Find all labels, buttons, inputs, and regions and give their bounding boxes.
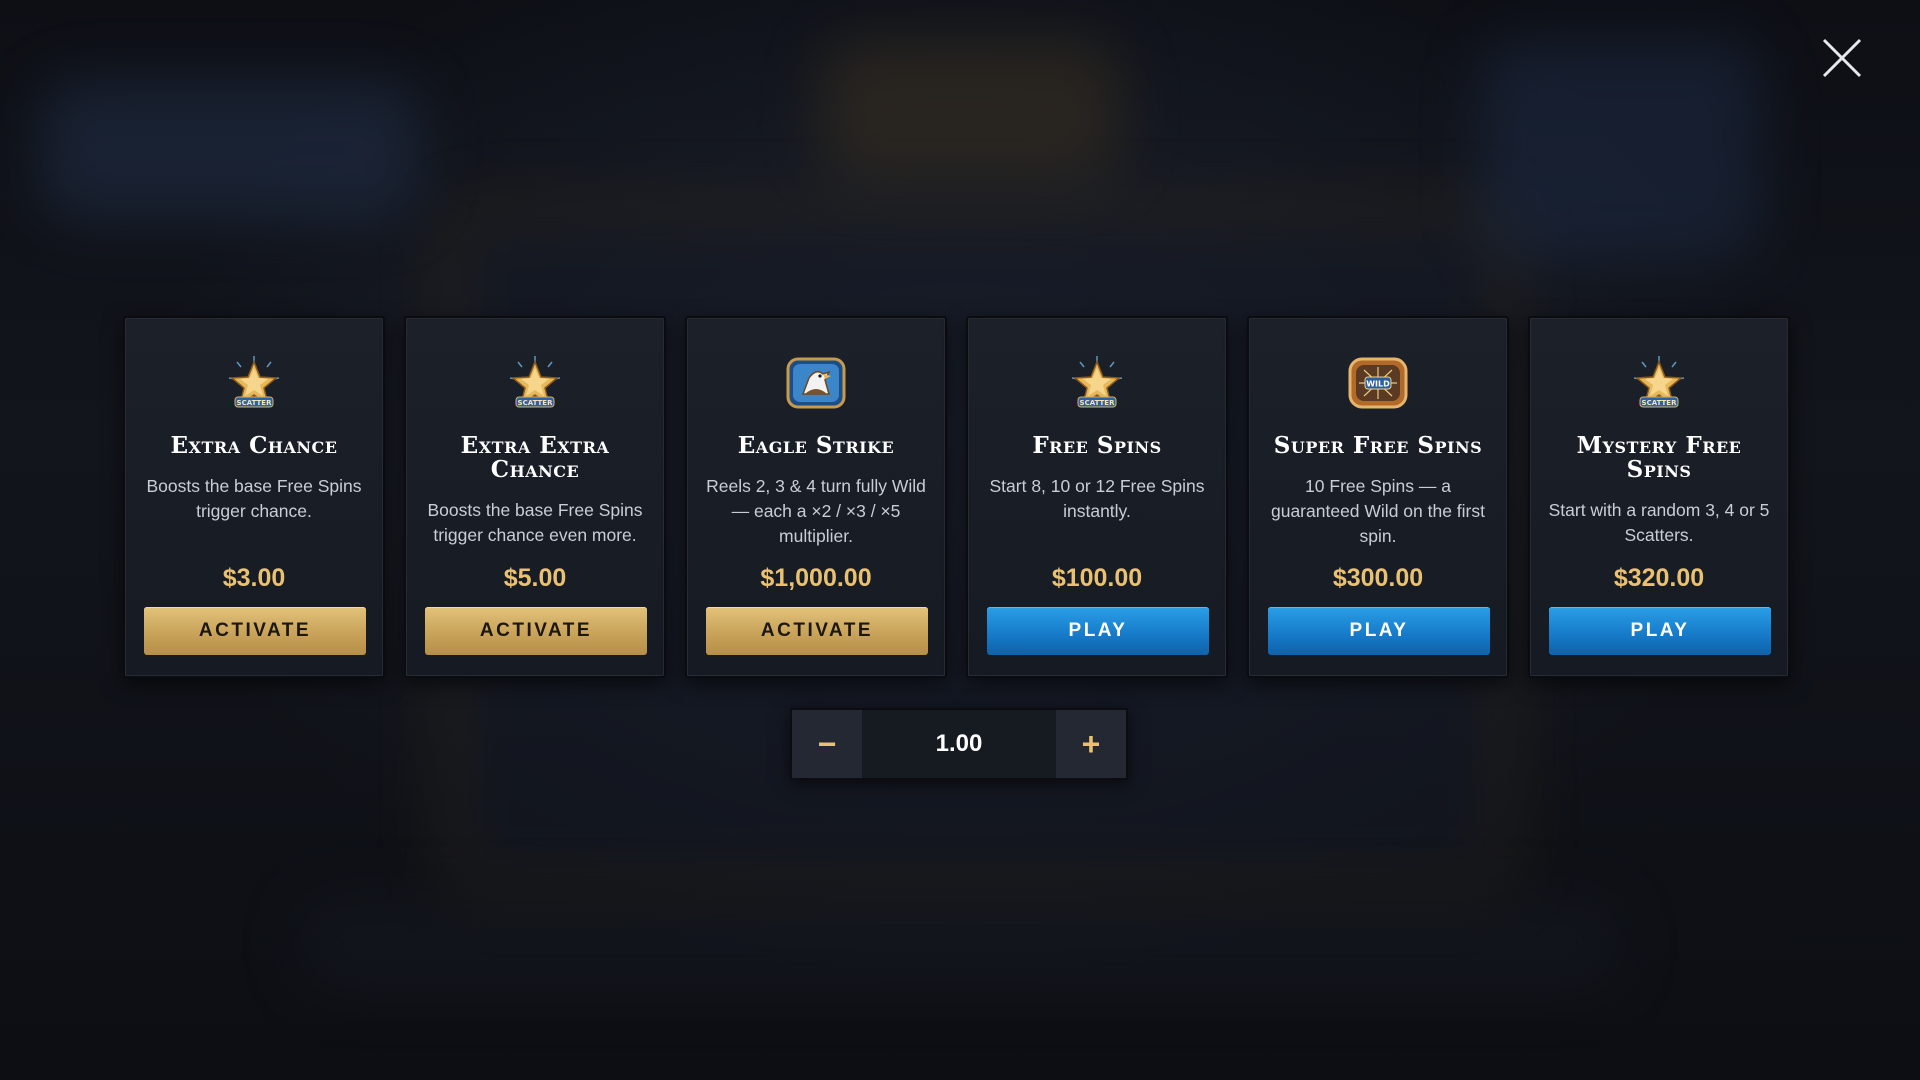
card-price: $100.00	[1051, 564, 1143, 592]
card-description: 10 Free Spins — a guaranteed Wild on the…	[1270, 476, 1485, 546]
scatter-star-icon: SCATTER	[1628, 354, 1690, 412]
background-mountain	[820, 40, 1120, 180]
svg-text:SCATTER: SCATTER	[1642, 399, 1678, 407]
feature-cards: SCATTER Extra Chance Boosts the base Fre…	[123, 316, 1797, 678]
close-button[interactable]	[1820, 36, 1864, 80]
feature-card-extra-chance: SCATTER Extra Chance Boosts the base Fre…	[123, 316, 385, 678]
play-button[interactable]: PLAY	[1268, 607, 1490, 655]
activate-button[interactable]: ACTIVATE	[425, 607, 647, 655]
feature-card-eagle-strike: Eagle Strike Reels 2, 3 & 4 turn fully W…	[685, 316, 947, 678]
svg-text:WILD: WILD	[1366, 380, 1390, 389]
scatter-star-icon: SCATTER	[1066, 354, 1128, 412]
feature-card-free-spins: SCATTER Free Spins Start 8, 10 or 12 Fre…	[966, 316, 1228, 678]
feature-card-super-free-spins: WILD Super Free Spins 10 Free Spins — a …	[1247, 316, 1509, 678]
activate-button[interactable]: ACTIVATE	[144, 607, 366, 655]
scatter-star-icon: SCATTER	[223, 354, 285, 412]
buy-feature-overlay: SCATTER Extra Chance Boosts the base Fre…	[0, 0, 1920, 1080]
play-button[interactable]: PLAY	[1549, 607, 1771, 655]
card-price: $3.00	[222, 564, 286, 592]
card-title: Extra Chance	[170, 432, 338, 459]
card-price: $320.00	[1613, 564, 1705, 592]
card-description: Boosts the base Free Spins trigger chanc…	[427, 500, 643, 545]
feature-card-mystery-free-spins: SCATTER Mystery Free Spins Start with a …	[1528, 316, 1790, 678]
card-title: Free Spins	[1032, 432, 1162, 459]
card-title: Eagle Strike	[737, 432, 895, 459]
decrease-button[interactable]: −	[792, 710, 862, 778]
eagle-icon	[785, 354, 847, 412]
play-button[interactable]: PLAY	[987, 607, 1209, 655]
feature-card-extra-extra-chance: SCATTER Extra Extra Chance Boosts the ba…	[404, 316, 666, 678]
scatter-star-icon: SCATTER	[504, 354, 566, 412]
card-title: Extra Extra Chance	[460, 432, 610, 483]
card-price: $5.00	[503, 564, 567, 592]
card-description: Start 8, 10 or 12 Free Spins instantly.	[989, 476, 1205, 521]
increase-button[interactable]: +	[1056, 710, 1126, 778]
close-icon	[1822, 38, 1862, 78]
svg-text:SCATTER: SCATTER	[518, 399, 554, 407]
background-logo-right	[1480, 40, 1760, 260]
card-title: Mystery Free Spins	[1576, 432, 1742, 483]
background-logo-left	[40, 80, 420, 220]
activate-button[interactable]: ACTIVATE	[706, 607, 928, 655]
svg-text:SCATTER: SCATTER	[1080, 399, 1116, 407]
wild-badge-icon: WILD	[1347, 354, 1409, 412]
card-title: Super Free Spins	[1273, 432, 1483, 459]
bet-stepper: − 1.00 +	[790, 708, 1128, 780]
card-description: Start with a random 3, 4 or 5 Scatters.	[1548, 500, 1770, 545]
svg-text:SCATTER: SCATTER	[237, 399, 273, 407]
card-price: $300.00	[1332, 564, 1424, 592]
card-price: $1,000.00	[760, 564, 872, 592]
bet-value: 1.00	[862, 710, 1056, 778]
card-description: Boosts the base Free Spins trigger chanc…	[146, 476, 362, 521]
card-description: Reels 2, 3 & 4 turn fully Wild — each a …	[706, 476, 926, 546]
background-bottom-bar	[300, 900, 1620, 990]
